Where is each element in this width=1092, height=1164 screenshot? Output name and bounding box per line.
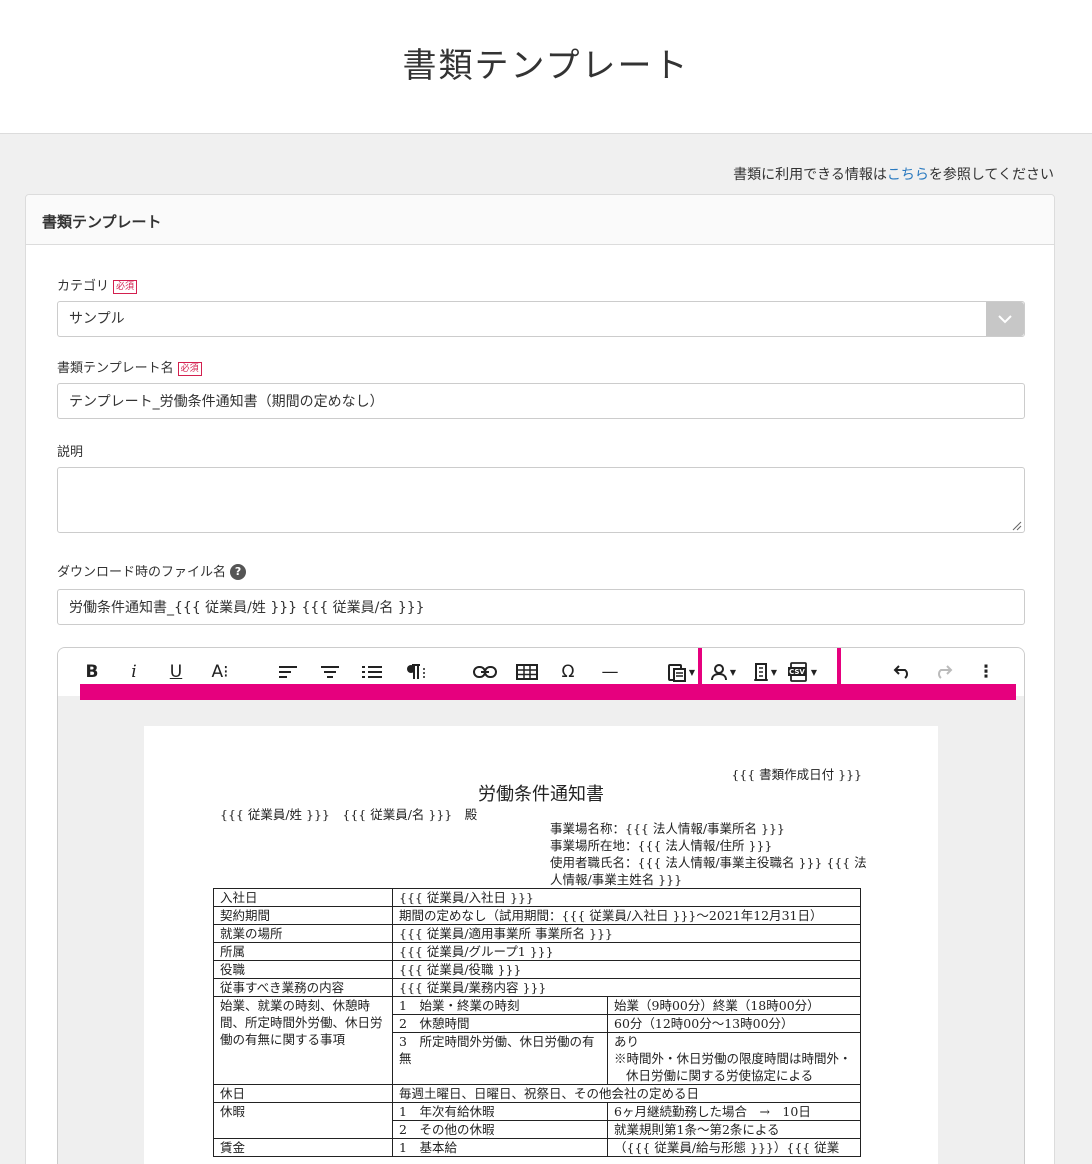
table-row: 入社日{{{ 従業員/入社日 }}} bbox=[213, 888, 861, 907]
doc-title: 労働条件通知書 bbox=[478, 784, 604, 805]
font-size-icon[interactable]: A⁝ bbox=[206, 660, 234, 684]
question-circle-icon[interactable]: ? bbox=[230, 564, 247, 580]
card-title: 書類テンプレート bbox=[26, 195, 1054, 245]
table-row: 従事すべき業務の内容{{{ 従業員/業務内容 }}} bbox=[213, 978, 861, 997]
table-cell: 始業（9時00分）終業（18時00分） bbox=[607, 996, 861, 1015]
highlight-bar bbox=[80, 684, 1016, 700]
resize-grip-icon[interactable] bbox=[1012, 521, 1022, 531]
required-badge: 必須 bbox=[113, 280, 138, 294]
document-page[interactable]: {{{ 書類作成日付 }}} 労働条件通知書 {{{ 従業員/姓 }}} {{{… bbox=[144, 726, 938, 1164]
table-cell: 1 基本給 bbox=[392, 1138, 608, 1157]
table-row: 賃金 1 基本給 （{{{ 従業員/給与形態 }}}）{{{ 従業 bbox=[213, 1138, 861, 1157]
table-cell: 期間の定めなし（試用期間：{{{ 従業員/入社日 }}}～2021年12月31日… bbox=[392, 906, 861, 925]
table-icon[interactable] bbox=[514, 660, 540, 684]
paragraph-format-icon[interactable] bbox=[402, 660, 428, 684]
align-center-icon[interactable] bbox=[318, 660, 342, 684]
table-cell: 従事すべき業務の内容 bbox=[213, 978, 393, 997]
bold-icon[interactable]: B bbox=[80, 660, 104, 684]
table-cell: あり ※時間外・休日労働の限度時間は時間外・休日労働に関する労使協定による bbox=[607, 1032, 861, 1085]
table-cell: 毎週土曜日、日曜日、祝祭日、その他会社の定める日 bbox=[392, 1084, 861, 1103]
table-row: 就業の場所{{{ 従業員/適用事業所 事業所名 }}} bbox=[213, 924, 861, 943]
table-cell: （{{{ 従業員/給与形態 }}}）{{{ 従業 bbox=[607, 1138, 861, 1157]
help-prefix: 書類に利用できる情報は bbox=[733, 167, 887, 183]
description-label: 説明 bbox=[57, 445, 84, 460]
table-cell: {{{ 従業員/役職 }}} bbox=[392, 960, 861, 979]
help-suffix: を参照してください bbox=[928, 167, 1054, 183]
filename-label: ダウンロード時のファイル名? bbox=[57, 561, 247, 580]
filename-input[interactable] bbox=[57, 589, 1025, 625]
highlight-box bbox=[698, 648, 841, 686]
table-cell: 3 所定時間外労働、休日労働の有無 bbox=[392, 1032, 608, 1085]
table-row: 始業、就業の時刻、休憩時間、所定時間外労働、休日労働の有無に関する事項 1 始業・… bbox=[213, 996, 861, 1085]
paste-icon[interactable]: ▼ bbox=[664, 660, 698, 684]
table-cell: 所属 bbox=[213, 942, 393, 961]
table-cell: 就業の場所 bbox=[213, 924, 393, 943]
category-value: サンプル bbox=[69, 311, 125, 327]
category-label-text: カテゴリ bbox=[57, 279, 110, 294]
conditions-table: 入社日{{{ 従業員/入社日 }}} 契約期間 期間の定めなし（試用期間：{{{ … bbox=[213, 888, 861, 1157]
table-cell: 1 年次有給休暇 bbox=[392, 1102, 608, 1121]
employer-representative: 使用者職氏名：{{{ 法人情報/事業主役職名 }}} {{{ 法人情報/事業主姓… bbox=[550, 855, 867, 887]
help-text: 書類に利用できる情報はこちらを参照してください bbox=[733, 164, 1054, 184]
link-icon[interactable] bbox=[472, 660, 498, 684]
filename-label-text: ダウンロード時のファイル名 bbox=[57, 565, 227, 580]
category-select[interactable]: サンプル bbox=[57, 301, 1025, 337]
special-char-icon[interactable]: Ω bbox=[556, 660, 580, 684]
description-textarea[interactable] bbox=[57, 467, 1025, 533]
template-name-input[interactable] bbox=[57, 383, 1025, 419]
table-cell: 賃金 bbox=[213, 1138, 393, 1157]
table-cell: {{{ 従業員/入社日 }}} bbox=[392, 888, 861, 907]
italic-icon[interactable]: i bbox=[122, 660, 146, 684]
template-name-label: 書類テンプレート名 必須 bbox=[57, 357, 202, 376]
category-label: カテゴリ 必須 bbox=[57, 275, 138, 294]
underline-icon[interactable]: U bbox=[164, 660, 188, 684]
table-cell: 6ヶ月継続勤務した場合 → 10日 bbox=[607, 1102, 861, 1121]
template-name-label-text: 書類テンプレート名 bbox=[57, 361, 174, 376]
table-row: 所属{{{ 従業員/グループ1 }}} bbox=[213, 942, 861, 961]
required-badge: 必須 bbox=[177, 362, 202, 376]
table-row: 役職{{{ 従業員/役職 }}} bbox=[213, 960, 861, 979]
table-cell: 2 休憩時間 bbox=[392, 1014, 608, 1033]
table-cell: 就業規則第1条～第2条による bbox=[607, 1120, 861, 1139]
table-cell: 入社日 bbox=[213, 888, 393, 907]
table-cell: 休日 bbox=[213, 1084, 393, 1103]
chevron-down-icon[interactable] bbox=[986, 302, 1024, 336]
table-cell: {{{ 従業員/適用事業所 事業所名 }}} bbox=[392, 924, 861, 943]
table-cell: 休暇 bbox=[213, 1102, 393, 1139]
table-cell: {{{ 従業員/グループ1 }}} bbox=[392, 942, 861, 961]
more-icon[interactable]: ⋮ bbox=[974, 660, 998, 684]
table-row: 契約期間 期間の定めなし（試用期間：{{{ 従業員/入社日 }}}～2021年12… bbox=[213, 906, 861, 925]
table-cell: 60分（12時00分～13時00分） bbox=[607, 1014, 861, 1033]
doc-employer: 事業場名称：{{{ 法人情報/事業所名 }}} 事業場所在地：{{{ 法人情報/… bbox=[550, 820, 868, 888]
table-cell: 1 始業・終業の時刻 bbox=[392, 996, 608, 1015]
table-row: 休暇 1 年次有給休暇 6ヶ月継続勤務した場合 → 10日 bbox=[213, 1102, 861, 1139]
help-link[interactable]: こちら bbox=[887, 167, 929, 183]
ordered-list-icon[interactable] bbox=[360, 660, 384, 684]
table-row: 休日 毎週土曜日、日曜日、祝祭日、その他会社の定める日 bbox=[213, 1084, 861, 1103]
table-cell: 役職 bbox=[213, 960, 393, 979]
table-cell: {{{ 従業員/業務内容 }}} bbox=[392, 978, 861, 997]
page-title: 書類テンプレート bbox=[402, 46, 690, 86]
doc-addressee: {{{ 従業員/姓 }}} {{{ 従業員/名 }}} 殿 bbox=[220, 807, 478, 822]
template-card: 書類テンプレート カテゴリ必須 サンプル 書類テンプレート名必須 説明 ダウンロ… bbox=[25, 194, 1055, 1164]
table-cell: 2 その他の休暇 bbox=[392, 1120, 608, 1139]
align-left-icon[interactable] bbox=[276, 660, 300, 684]
undo-icon[interactable] bbox=[890, 660, 914, 684]
horizontal-line-icon[interactable]: — bbox=[598, 660, 622, 684]
employer-name: 事業場名称：{{{ 法人情報/事業所名 }}} bbox=[550, 821, 785, 836]
rich-text-editor[interactable]: B i U A⁝ Ω — ▼ ▼ ▼ CSV ▼ ⋮ {{{書類作成日付}}… bbox=[57, 647, 1025, 1164]
table-cell: 始業、就業の時刻、休憩時間、所定時間外労働、休日労働の有無に関する事項 bbox=[213, 996, 393, 1085]
employer-address: 事業場所在地：{{{ 法人情報/住所 }}} bbox=[550, 838, 773, 853]
redo-icon[interactable] bbox=[932, 660, 956, 684]
table-cell: 契約期間 bbox=[213, 906, 393, 925]
page-header: 書類テンプレート bbox=[0, 0, 1092, 134]
